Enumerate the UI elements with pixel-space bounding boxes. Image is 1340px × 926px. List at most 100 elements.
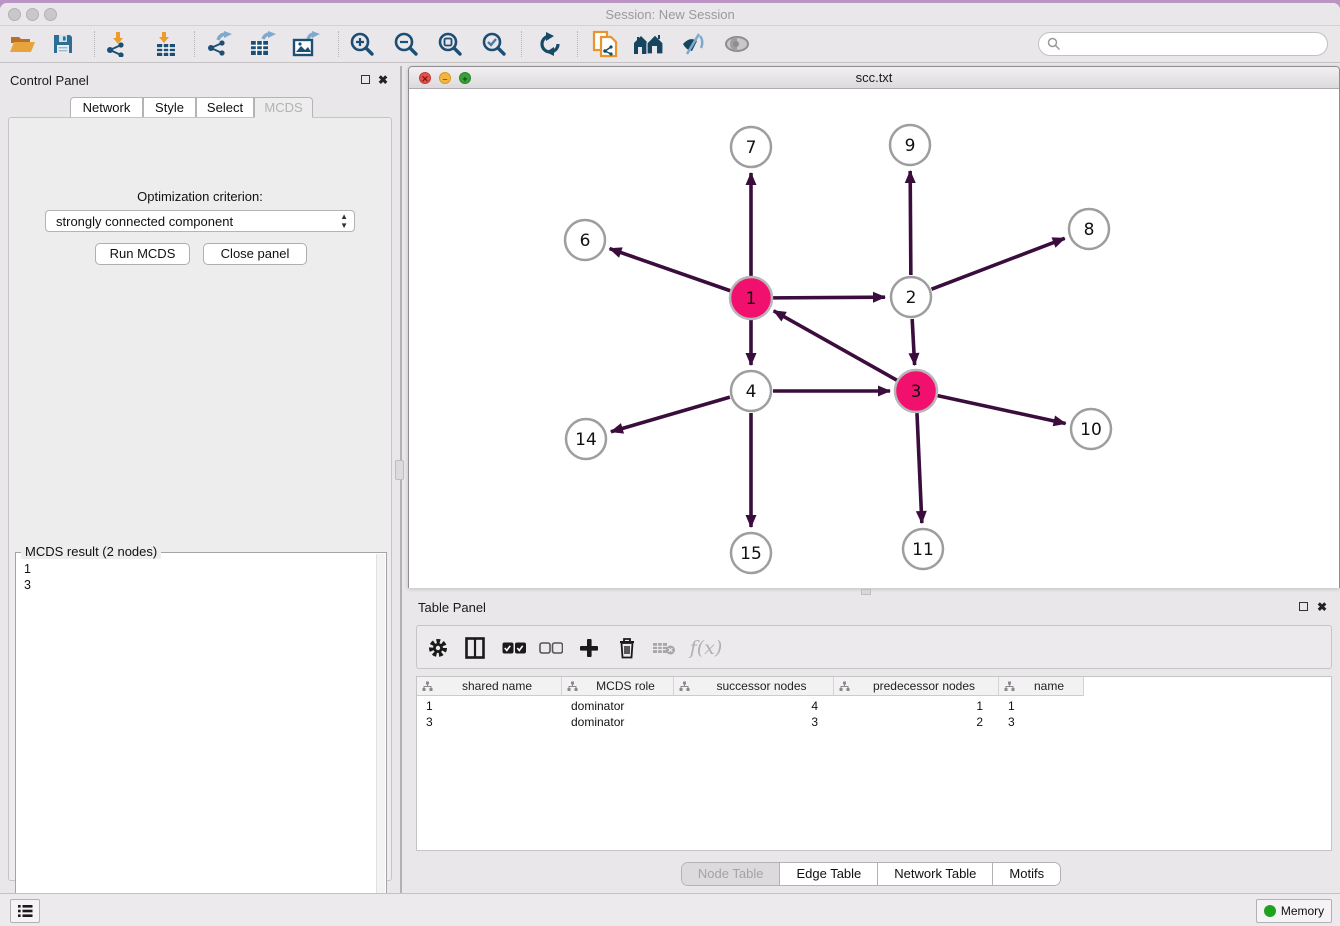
edge-2-8[interactable] <box>932 238 1065 289</box>
tab-style[interactable]: Style <box>143 97 196 118</box>
apply-layout-button[interactable] <box>533 29 567 59</box>
cell-predecessor-nodes[interactable]: 1 <box>834 698 999 714</box>
save-session-button[interactable] <box>46 29 80 59</box>
cell-predecessor-nodes[interactable]: 2 <box>834 714 999 730</box>
cell-name[interactable]: 1 <box>999 698 1084 714</box>
column-header-MCDS-role[interactable]: MCDS role <box>562 677 674 696</box>
node-table[interactable]: shared name MCDS rolesuccessor nodesprede… <box>416 676 1332 851</box>
cell-name[interactable]: 3 <box>999 714 1084 730</box>
criterion-dropdown[interactable]: strongly connected component ▲▼ <box>45 210 355 232</box>
run-mcds-button[interactable]: Run MCDS <box>95 243 190 265</box>
cell-shared-name[interactable]: 1 <box>417 698 562 714</box>
window-title: Session: New Session <box>0 7 1340 22</box>
zoom-in-icon <box>349 31 375 57</box>
network-canvas[interactable]: 7968124314101511 <box>409 89 1339 588</box>
hide-eye-slash-icon <box>680 32 706 56</box>
delete-table-button[interactable] <box>649 633 679 663</box>
cell-successor-nodes[interactable]: 3 <box>674 714 834 730</box>
edge-3-10[interactable] <box>937 396 1065 424</box>
table-row[interactable]: 1dominator411 <box>417 698 1084 714</box>
float-panel-icon[interactable] <box>361 73 370 87</box>
graph-node-label-1: 1 <box>746 289 757 309</box>
trash-icon <box>618 637 636 659</box>
table-row[interactable]: 3dominator323 <box>417 714 1084 730</box>
edge-2-9[interactable] <box>910 171 911 275</box>
zoom-out-button[interactable] <box>389 29 423 59</box>
task-history-button[interactable] <box>10 899 40 923</box>
edge-1-6[interactable] <box>610 249 731 291</box>
import-table-icon <box>153 31 179 57</box>
delete-column-button[interactable] <box>612 633 642 663</box>
tab-select[interactable]: Select <box>196 97 254 118</box>
column-header-shared-name[interactable]: shared name <box>417 677 562 696</box>
title-bar: Session: New Session <box>0 3 1340 26</box>
clone-network-button[interactable] <box>588 29 622 59</box>
cell-shared-name[interactable]: 3 <box>417 714 562 730</box>
column-type-icon <box>567 681 578 692</box>
deselect-all-columns-button[interactable] <box>536 633 566 663</box>
mcds-result-list: 1 3 <box>24 561 31 593</box>
import-table-button[interactable] <box>149 29 183 59</box>
import-network-icon <box>105 31 131 57</box>
cell-MCDS-role[interactable]: dominator <box>562 698 674 714</box>
import-network-button[interactable] <box>101 29 135 59</box>
plus-icon <box>579 638 599 658</box>
edge-3-11[interactable] <box>917 413 922 523</box>
open-session-button[interactable] <box>5 29 39 59</box>
column-header-name[interactable]: name <box>999 677 1084 696</box>
zoom-selected-button[interactable] <box>477 29 511 59</box>
criterion-dropdown-value: strongly connected component <box>56 214 233 229</box>
toolbar-separator <box>577 31 578 57</box>
zoom-in-button[interactable] <box>345 29 379 59</box>
close-panel-icon[interactable]: ✖ <box>378 73 388 87</box>
zoom-fit-button[interactable] <box>433 29 467 59</box>
zoom-out-icon <box>393 31 419 57</box>
hide-selected-button[interactable] <box>676 29 710 59</box>
graph-node-label-8: 8 <box>1084 220 1095 240</box>
export-network-icon <box>206 31 232 57</box>
tab-node-table[interactable]: Node Table <box>682 863 781 885</box>
export-network-button[interactable] <box>202 29 236 59</box>
status-bar: Memory <box>0 893 1340 926</box>
table-settings-button[interactable] <box>423 633 453 663</box>
add-column-button[interactable] <box>574 633 604 663</box>
show-hidden-button[interactable] <box>720 29 754 59</box>
tab-network-table[interactable]: Network Table <box>878 863 993 885</box>
tab-mcds[interactable]: MCDS <box>254 97 313 118</box>
export-image-button[interactable] <box>289 29 323 59</box>
float-table-panel-icon[interactable] <box>1299 600 1308 614</box>
memory-button[interactable]: Memory <box>1256 899 1332 923</box>
table-panel-title: Table Panel <box>418 600 486 615</box>
edge-1-2[interactable] <box>773 297 885 298</box>
search-input[interactable] <box>1038 32 1328 56</box>
network-window-titlebar[interactable]: ✕ – + scc.txt <box>409 67 1339 89</box>
first-neighbors-button[interactable] <box>632 29 666 59</box>
graph-node-label-15: 15 <box>740 544 762 564</box>
gear-icon <box>427 637 449 659</box>
edge-2-3[interactable] <box>912 319 914 365</box>
function-builder-button[interactable]: f(x) <box>685 633 727 663</box>
desktop: Session: New Session <box>0 0 1340 926</box>
edge-4-14[interactable] <box>611 397 730 432</box>
dropdown-stepper-icon: ▲▼ <box>340 212 348 230</box>
graph-node-label-9: 9 <box>905 136 916 156</box>
cell-successor-nodes[interactable]: 4 <box>674 698 834 714</box>
edge-3-1[interactable] <box>774 311 897 380</box>
column-header-successor-nodes[interactable]: successor nodes <box>674 677 834 696</box>
cell-MCDS-role[interactable]: dominator <box>562 714 674 730</box>
table-toolbar: f(x) <box>416 625 1332 669</box>
column-layout-button[interactable] <box>460 633 490 663</box>
select-all-columns-button[interactable] <box>499 633 529 663</box>
column-header-predecessor-nodes[interactable]: predecessor nodes <box>834 677 999 696</box>
result-scrollbar[interactable] <box>376 554 385 923</box>
tab-edge-table[interactable]: Edge Table <box>780 863 878 885</box>
tab-motifs[interactable]: Motifs <box>993 863 1060 885</box>
close-panel-button[interactable]: Close panel <box>203 243 307 265</box>
graph-node-label-3: 3 <box>911 382 922 402</box>
save-icon <box>51 32 75 56</box>
vertical-splitter-handle[interactable] <box>395 460 404 480</box>
column-header-label: MCDS role <box>578 679 673 693</box>
tab-network[interactable]: Network <box>70 97 143 118</box>
close-table-panel-icon[interactable]: ✖ <box>1317 600 1327 614</box>
export-table-button[interactable] <box>245 29 279 59</box>
